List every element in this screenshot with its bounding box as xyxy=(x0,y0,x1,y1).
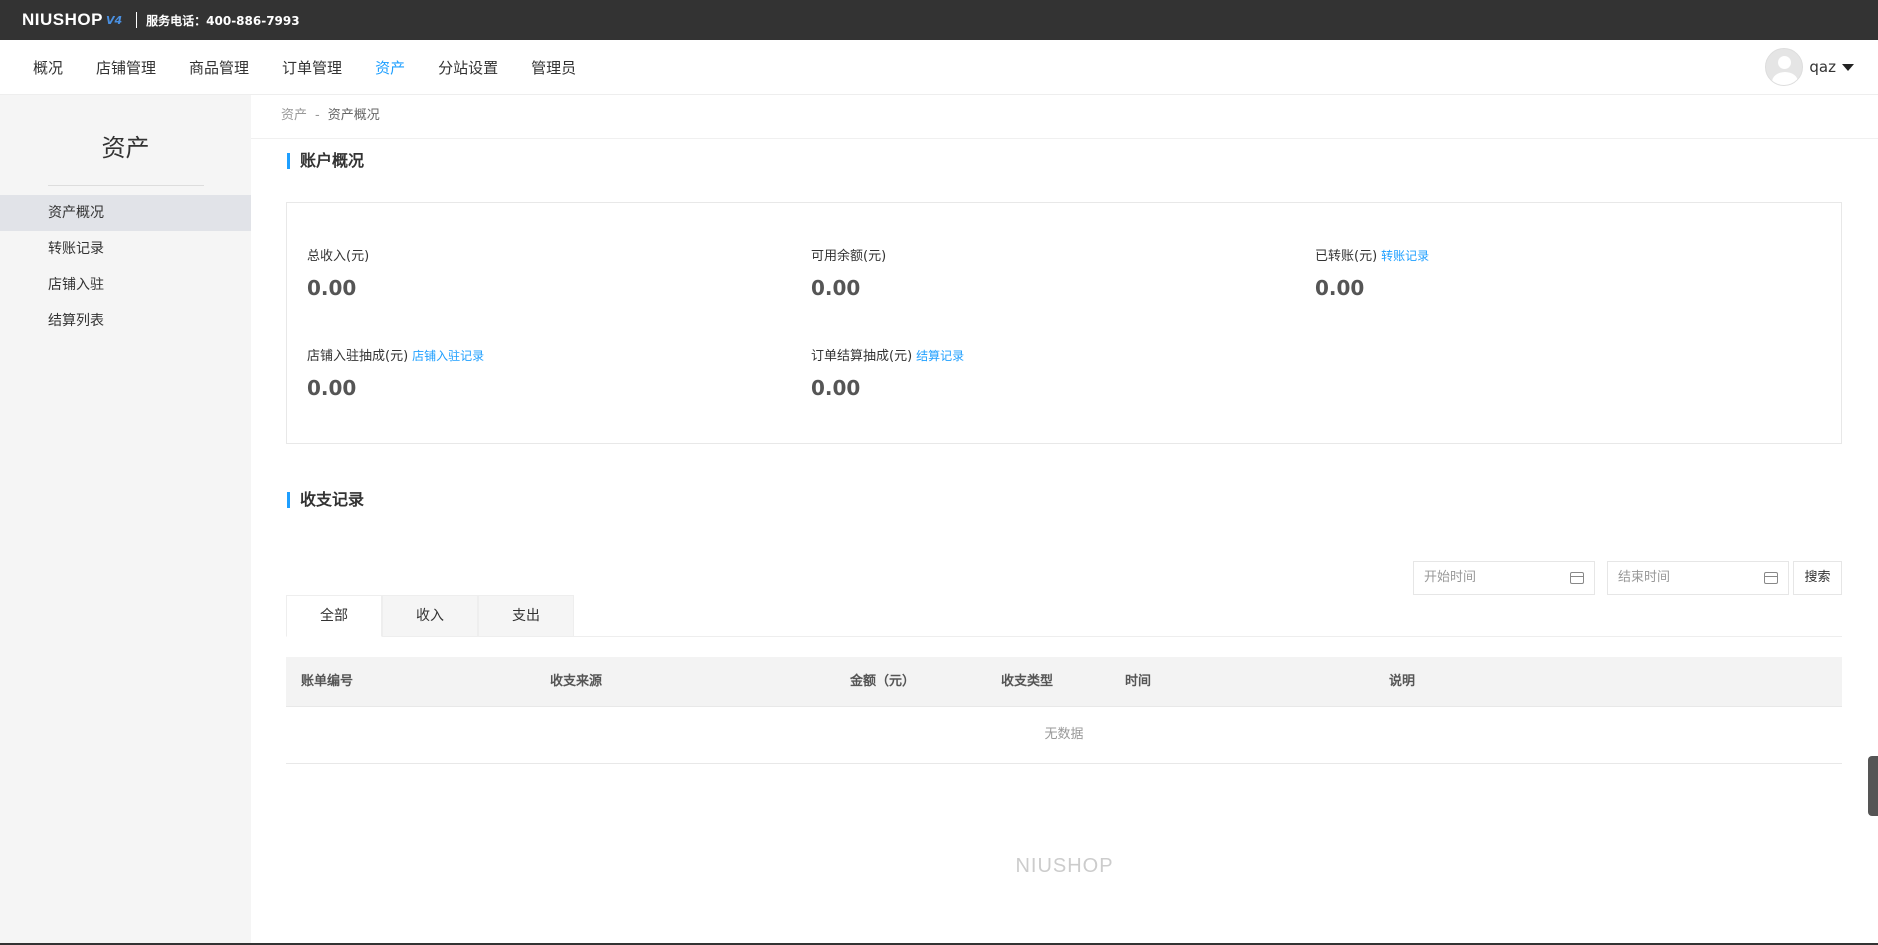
column-header-time: 时间 xyxy=(1125,674,1152,689)
breadcrumb-current: 资产概况 xyxy=(327,108,380,123)
stat-available-balance: 可用余额(元) 0.00 xyxy=(811,245,886,300)
main-nav: 概况 店铺管理 商品管理 订单管理 资产 分站设置 管理员 qaz xyxy=(0,40,1878,95)
calendar-icon xyxy=(1570,572,1584,584)
nav-item-goods-manage[interactable]: 商品管理 xyxy=(189,57,249,78)
tab-all[interactable]: 全部 xyxy=(286,595,382,637)
stat-order-commission: 订单结算抽成(元) 结算记录 0.00 xyxy=(811,345,964,400)
start-date-placeholder: 开始时间 xyxy=(1424,570,1477,585)
stat-label: 店铺入驻抽成(元) xyxy=(307,349,409,364)
transfer-records-link[interactable]: 转账记录 xyxy=(1381,249,1429,263)
topbar-divider xyxy=(136,12,138,28)
column-header-amount: 金额（元） xyxy=(850,674,916,689)
stat-label: 总收入(元) xyxy=(307,249,370,264)
tab-income[interactable]: 收入 xyxy=(382,595,478,637)
column-header-source: 收支来源 xyxy=(550,674,603,689)
breadcrumb-separator: - xyxy=(315,108,320,123)
user-menu[interactable]: qaz xyxy=(1765,48,1854,86)
column-header-remark: 说明 xyxy=(1389,674,1416,689)
nav-item-order-manage[interactable]: 订单管理 xyxy=(282,57,342,78)
start-date-input[interactable]: 开始时间 xyxy=(1413,561,1595,595)
shop-settle-records-link[interactable]: 店铺入驻记录 xyxy=(412,349,484,363)
account-summary-box: 总收入(元) 0.00 可用余额(元) 0.00 已转账(元) 转账记录 0.00… xyxy=(286,202,1842,444)
breadcrumb-parent[interactable]: 资产 xyxy=(281,108,307,123)
stat-label: 可用余额(元) xyxy=(811,249,887,264)
end-date-placeholder: 结束时间 xyxy=(1618,570,1671,585)
nav-item-overview[interactable]: 概况 xyxy=(33,57,63,78)
caret-down-icon[interactable] xyxy=(1842,63,1854,71)
column-header-type: 收支类型 xyxy=(1001,674,1054,689)
nav-item-substation[interactable]: 分站设置 xyxy=(438,57,498,78)
sidebar-divider xyxy=(47,185,204,186)
brand-logo: NIUSHOP xyxy=(22,10,103,29)
stat-label: 已转账(元) xyxy=(1315,249,1378,264)
footer-logo: NIUSHOP xyxy=(1015,855,1114,877)
table-empty-state: 无数据 xyxy=(286,707,1842,764)
stat-shop-commission: 店铺入驻抽成(元) 店铺入驻记录 0.00 xyxy=(307,345,484,400)
settlement-records-link[interactable]: 结算记录 xyxy=(916,349,964,363)
service-hotline: 服务电话：400-886-7993 xyxy=(146,13,300,28)
tab-expense[interactable]: 支出 xyxy=(478,595,574,637)
top-bar: NIUSHOP V4 服务电话：400-886-7993 xyxy=(0,0,1878,40)
search-button[interactable]: 搜索 xyxy=(1793,561,1842,595)
records-tabs: 全部 收入 支出 xyxy=(286,595,1842,637)
stat-transferred: 已转账(元) 转账记录 0.00 xyxy=(1315,245,1429,300)
stat-label: 订单结算抽成(元) xyxy=(811,349,913,364)
stat-value: 0.00 xyxy=(811,276,861,300)
nav-item-admin[interactable]: 管理员 xyxy=(531,57,576,78)
end-date-input[interactable]: 结束时间 xyxy=(1607,561,1789,595)
sidebar-title: 资产 xyxy=(101,134,150,162)
stat-value: 0.00 xyxy=(307,276,357,300)
column-header-bill-no: 账单编号 xyxy=(301,674,354,689)
nav-item-assets[interactable]: 资产 xyxy=(375,57,405,78)
stat-value: 0.00 xyxy=(1315,276,1365,300)
floating-side-widget[interactable] xyxy=(1868,756,1878,816)
calendar-icon xyxy=(1764,572,1778,584)
sidebar-item-shop-settle-in[interactable]: 店铺入驻 xyxy=(0,267,251,303)
main-content: 资产 - 资产概况 账户概况 总收入(元) 0.00 可用余额(元) 0.00 已转… xyxy=(251,95,1878,945)
section-title-records: 收支记录 xyxy=(287,492,364,508)
sidebar: 资产 资产概况 转账记录 店铺入驻 结算列表 xyxy=(0,95,251,945)
stat-value: 0.00 xyxy=(811,376,861,400)
sidebar-item-transfer-records[interactable]: 转账记录 xyxy=(0,231,251,267)
breadcrumb: 资产 - 资产概况 xyxy=(251,95,1878,139)
records-table-header: 账单编号 收支来源 金额（元） 收支类型 时间 说明 xyxy=(286,657,1842,707)
stat-total-income: 总收入(元) 0.00 xyxy=(307,245,369,300)
stat-value: 0.00 xyxy=(307,376,357,400)
avatar[interactable] xyxy=(1765,48,1804,86)
username[interactable]: qaz xyxy=(1809,58,1836,76)
sidebar-item-asset-overview[interactable]: 资产概况 xyxy=(0,195,251,231)
brand-version: V4 xyxy=(105,13,123,27)
nav-item-shop-manage[interactable]: 店铺管理 xyxy=(96,57,156,78)
section-title-overview: 账户概况 xyxy=(287,153,364,169)
sidebar-item-settlement-list[interactable]: 结算列表 xyxy=(0,303,251,339)
